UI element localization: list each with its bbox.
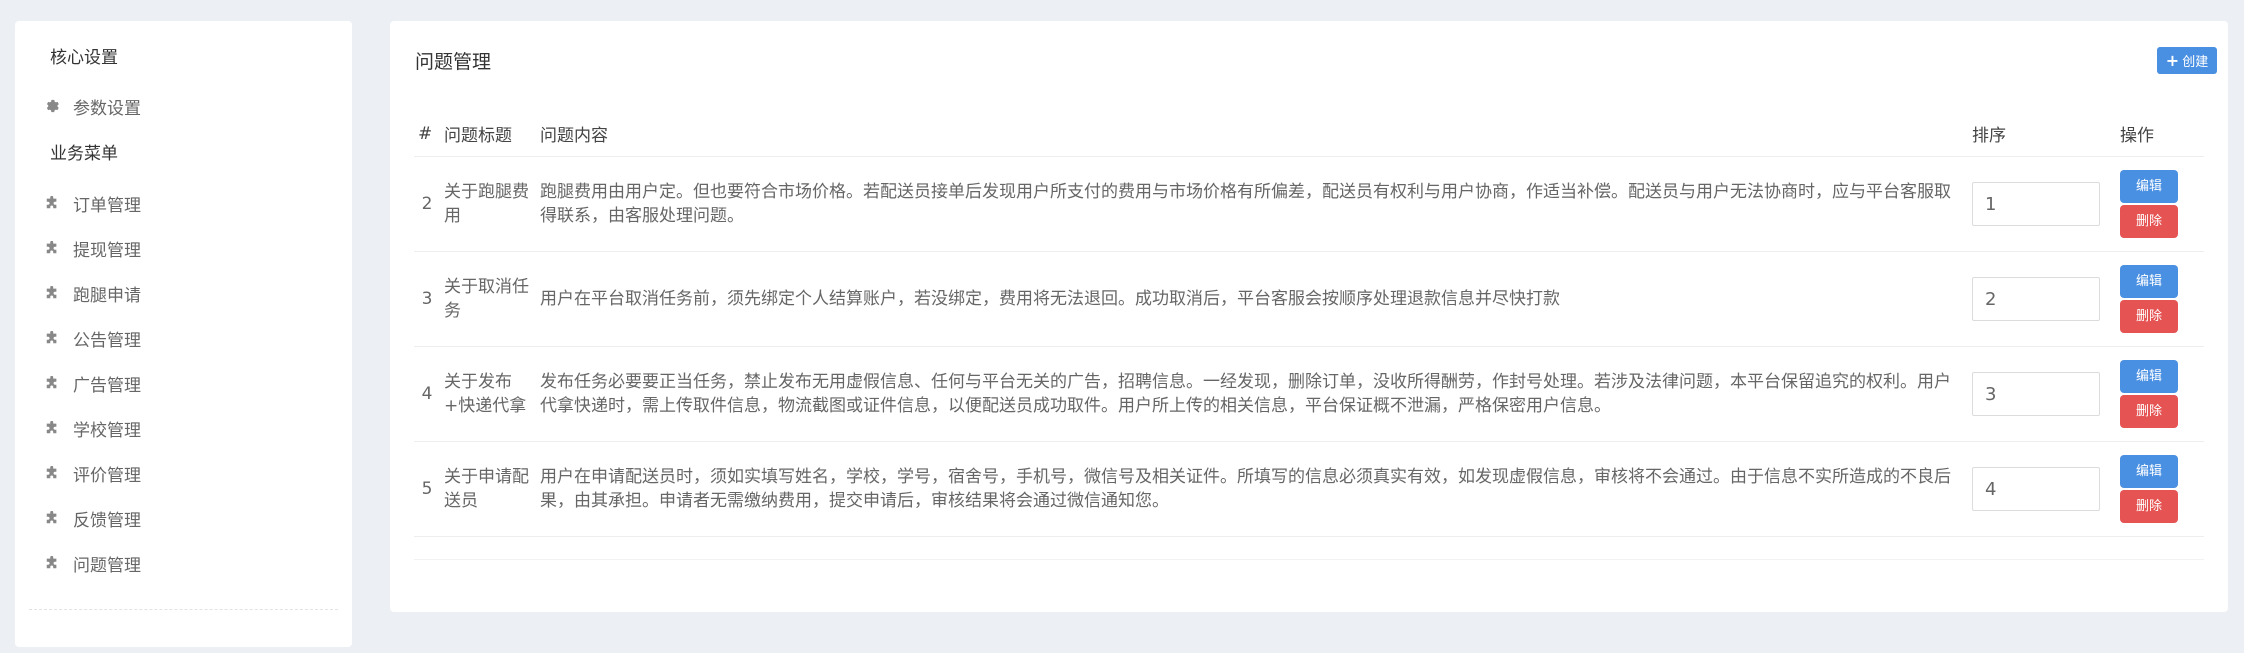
row-sort-cell — [1968, 441, 2116, 537]
edit-button[interactable]: 编辑 — [2120, 360, 2178, 393]
column-header-id: # — [414, 111, 440, 157]
sort-input[interactable] — [1972, 277, 2100, 321]
row-content: 跑腿费用由用户定。但也要符合市场价格。若配送员接单后发现用户所支付的费用与市场价… — [536, 156, 1968, 252]
sidebar-item-questions[interactable]: 问题管理 — [45, 548, 141, 578]
sidebar-item-errand-applications[interactable]: 跑腿申请 — [45, 278, 141, 308]
sidebar-item-ads[interactable]: 广告管理 — [45, 368, 141, 398]
row-id: 4 — [414, 346, 440, 442]
table-row: 4 关于发布+快递代拿 发布任务必要要正当任务，禁止发布无用虚假信息、任何与平台… — [414, 346, 2204, 442]
create-button-label: 创建 — [2182, 55, 2209, 70]
row-sort-cell — [1968, 156, 2116, 252]
row-sort-cell — [1968, 346, 2116, 442]
sidebar-item-label: 订单管理 — [73, 195, 141, 216]
puzzle-icon — [45, 511, 65, 525]
sidebar-item-params[interactable]: 参数设置 — [45, 91, 141, 121]
puzzle-icon — [45, 241, 65, 255]
sidebar-heading-business: 业务菜单 — [50, 144, 118, 164]
row-sort-cell — [1968, 251, 2116, 347]
row-actions: 编辑 删除 — [2116, 346, 2204, 442]
sidebar-item-label: 公告管理 — [73, 330, 141, 351]
sort-input[interactable] — [1972, 467, 2100, 511]
sidebar-item-label: 学校管理 — [73, 420, 141, 441]
sidebar-divider — [29, 609, 338, 610]
sidebar-item-label: 评价管理 — [73, 465, 141, 486]
puzzle-icon — [45, 196, 65, 210]
page-title: 问题管理 — [415, 51, 492, 73]
row-id: 2 — [414, 156, 440, 252]
table-row: 2 关于跑腿费用 跑腿费用由用户定。但也要符合市场价格。若配送员接单后发现用户所… — [414, 156, 2204, 252]
sidebar-item-feedback[interactable]: 反馈管理 — [45, 503, 141, 533]
sidebar-item-label: 反馈管理 — [73, 510, 141, 531]
sidebar-item-reviews[interactable]: 评价管理 — [45, 458, 141, 488]
sort-input[interactable] — [1972, 182, 2100, 226]
sidebar-item-label: 跑腿申请 — [73, 285, 141, 306]
main-panel: 问题管理 + 创建 # 问题标题 问题内容 排序 操作 2 关于跑腿费用 跑腿费… — [390, 21, 2228, 612]
row-actions: 编辑 删除 — [2116, 441, 2204, 537]
sidebar-item-label: 提现管理 — [73, 240, 141, 261]
puzzle-icon — [45, 421, 65, 435]
row-id: 5 — [414, 441, 440, 537]
row-title: 关于申请配送员 — [440, 441, 536, 537]
sort-input[interactable] — [1972, 372, 2100, 416]
sidebar-item-schools[interactable]: 学校管理 — [45, 413, 141, 443]
puzzle-icon — [45, 331, 65, 345]
sidebar: 核心设置 参数设置 业务菜单 订单管理 提现管理 跑腿申请 公告管理 广告管理 … — [15, 21, 352, 647]
sidebar-item-announcements[interactable]: 公告管理 — [45, 323, 141, 353]
column-header-title: 问题标题 — [440, 111, 536, 157]
row-title: 关于发布+快递代拿 — [440, 346, 536, 442]
delete-button[interactable]: 删除 — [2120, 490, 2178, 523]
edit-button[interactable]: 编辑 — [2120, 170, 2178, 203]
table-footer-divider — [414, 559, 2204, 560]
puzzle-icon — [45, 556, 65, 570]
row-content: 用户在申请配送员时，须如实填写姓名，学校，学号，宿舍号，手机号，微信号及相关证件… — [536, 441, 1968, 537]
row-id: 3 — [414, 251, 440, 347]
row-actions: 编辑 删除 — [2116, 156, 2204, 252]
table-header-row: # 问题标题 问题内容 排序 操作 — [414, 111, 2204, 157]
row-content: 发布任务必要要正当任务，禁止发布无用虚假信息、任何与平台无关的广告，招聘信息。一… — [536, 346, 1968, 442]
puzzle-icon — [45, 376, 65, 390]
delete-button[interactable]: 删除 — [2120, 395, 2178, 428]
edit-button[interactable]: 编辑 — [2120, 455, 2178, 488]
column-header-content: 问题内容 — [536, 111, 1968, 157]
sidebar-item-label: 问题管理 — [73, 555, 141, 576]
sidebar-item-label: 参数设置 — [73, 98, 141, 119]
row-actions: 编辑 删除 — [2116, 251, 2204, 347]
delete-button[interactable]: 删除 — [2120, 300, 2178, 333]
row-title: 关于取消任务 — [440, 251, 536, 347]
table-row: 3 关于取消任务 用户在平台取消任务前，须先绑定个人结算账户，若没绑定，费用将无… — [414, 251, 2204, 347]
table-row: 5 关于申请配送员 用户在申请配送员时，须如实填写姓名，学校，学号，宿舍号，手机… — [414, 441, 2204, 537]
edit-button[interactable]: 编辑 — [2120, 265, 2178, 298]
sidebar-heading-core: 核心设置 — [50, 48, 118, 68]
column-header-sort: 排序 — [1968, 111, 2116, 157]
create-button[interactable]: + 创建 — [2157, 47, 2217, 74]
row-title: 关于跑腿费用 — [440, 156, 536, 252]
sidebar-item-orders[interactable]: 订单管理 — [45, 188, 141, 218]
row-content: 用户在平台取消任务前，须先绑定个人结算账户，若没绑定，费用将无法退回。成功取消后… — [536, 251, 1968, 347]
gear-icon — [45, 99, 65, 113]
delete-button[interactable]: 删除 — [2120, 205, 2178, 238]
puzzle-icon — [45, 466, 65, 480]
plus-icon: + — [2165, 51, 2180, 70]
sidebar-item-label: 广告管理 — [73, 375, 141, 396]
column-header-action: 操作 — [2116, 111, 2204, 157]
sidebar-item-withdrawals[interactable]: 提现管理 — [45, 233, 141, 263]
questions-table: # 问题标题 问题内容 排序 操作 2 关于跑腿费用 跑腿费用由用户定。但也要符… — [414, 111, 2204, 537]
puzzle-icon — [45, 286, 65, 300]
